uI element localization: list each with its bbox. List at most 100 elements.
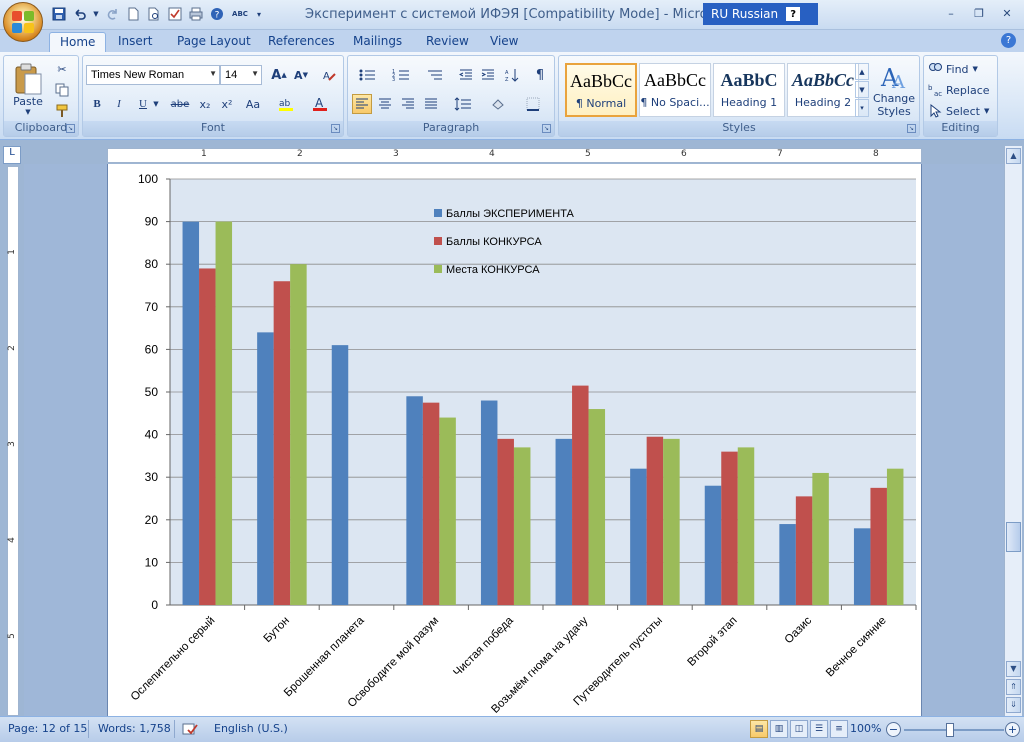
bold-button[interactable]: B (87, 94, 107, 114)
vertical-ruler[interactable]: 1 2 3 4 5 (7, 166, 19, 716)
select-button[interactable]: Select ▼ (928, 102, 989, 120)
underline-dropdown-icon[interactable]: ▼ (151, 94, 161, 114)
horizontal-ruler[interactable]: 1 2 3 4 5 6 7 8 (107, 148, 922, 163)
restore-button[interactable]: ❐ (966, 4, 992, 22)
font-size-select[interactable]: 14 ▼ (220, 65, 262, 85)
styles-scroll-down-icon[interactable]: ▼ (855, 81, 869, 98)
shading-icon[interactable] (484, 94, 514, 114)
tab-home[interactable]: Home (49, 32, 107, 52)
page-count[interactable]: Page: 12 of 15 (8, 722, 87, 735)
style-no-spacing[interactable]: AaBbCc ¶ No Spaci... (639, 63, 711, 117)
tab-references[interactable]: References (258, 32, 345, 52)
zoom-slider-thumb[interactable] (946, 723, 954, 737)
sort-icon[interactable]: AZ (502, 65, 522, 85)
close-button[interactable]: ✕ (994, 4, 1020, 22)
styles-launcher-icon[interactable]: ↘ (907, 124, 916, 133)
font-launcher-icon[interactable]: ↘ (331, 124, 340, 133)
style-heading-1[interactable]: AaBbC Heading 1 (713, 63, 785, 117)
styles-more-icon[interactable]: ▾ (855, 99, 869, 117)
highlight-color-icon[interactable]: ab (275, 94, 297, 114)
help-icon[interactable]: ? (208, 5, 226, 23)
zoom-level[interactable]: 100% (850, 722, 881, 735)
font-color-icon[interactable]: A (309, 94, 331, 114)
vertical-scrollbar[interactable]: ▲ ▼ ⇑ ⇓ (1004, 146, 1022, 716)
align-right-icon[interactable] (398, 94, 418, 114)
grow-font-icon[interactable]: A ▲ (269, 65, 289, 85)
tab-page-layout[interactable]: Page Layout (167, 32, 261, 52)
new-doc-icon[interactable] (124, 5, 142, 23)
align-left-icon[interactable] (352, 94, 372, 114)
previous-page-icon[interactable]: ⇑ (1006, 679, 1021, 695)
minimize-button[interactable]: – (938, 4, 964, 22)
tab-insert[interactable]: Insert (108, 32, 162, 52)
format-painter-icon[interactable] (52, 101, 72, 121)
word-count[interactable]: Words: 1,758 (98, 722, 171, 735)
increase-indent-icon[interactable] (478, 65, 498, 85)
style-no-spacing-sample: AaBbCc (644, 70, 706, 90)
zoom-slider-track[interactable] (904, 729, 1004, 731)
replace-button[interactable]: b ac Replace (928, 81, 990, 99)
show-formatting-icon[interactable]: ¶ (530, 65, 550, 85)
subscript-button[interactable]: x₂ (195, 94, 215, 114)
embedded-chart[interactable]: 0 10 20 30 40 50 60 70 80 90 100 Ослепительно серый… (114, 167, 918, 716)
undo-dropdown-icon[interactable]: ▼ (92, 5, 100, 23)
zoom-in-icon[interactable]: + (1005, 722, 1020, 737)
change-styles-button[interactable]: AA Change Styles (871, 59, 917, 121)
office-button[interactable] (3, 2, 43, 42)
change-case-button[interactable]: Aa (241, 94, 265, 114)
zoom-out-icon[interactable]: − (886, 722, 901, 737)
tab-mailings[interactable]: Mailings (343, 32, 412, 52)
align-center-icon[interactable] (375, 94, 395, 114)
spelling-check-icon[interactable] (166, 5, 184, 23)
font-family-value: Times New Roman (91, 69, 185, 81)
tab-selector-icon[interactable]: L (3, 146, 21, 164)
style-heading-2[interactable]: AaBbCc Heading 2 (787, 63, 859, 117)
line-spacing-icon[interactable] (448, 94, 478, 114)
cut-icon[interactable]: ✂ (52, 59, 72, 79)
superscript-button[interactable]: x² (217, 94, 237, 114)
styles-scroll-up-icon[interactable]: ▲ (855, 63, 869, 80)
borders-icon[interactable] (518, 94, 548, 114)
language-indicator[interactable]: RU Russian ? (703, 3, 818, 25)
print-preview-icon[interactable] (145, 5, 163, 23)
clipboard-launcher-icon[interactable]: ↘ (66, 124, 75, 133)
language-status[interactable]: English (U.S.) (214, 722, 288, 735)
bullets-icon[interactable] (352, 65, 382, 85)
justify-icon[interactable] (421, 94, 441, 114)
print-icon[interactable] (187, 5, 205, 23)
clear-formatting-icon[interactable]: A (319, 65, 339, 85)
decrease-indent-icon[interactable] (456, 65, 476, 85)
save-icon[interactable] (50, 5, 68, 23)
italic-button[interactable]: I (109, 94, 129, 114)
strikethrough-button[interactable]: abe (167, 94, 193, 114)
multilevel-list-icon[interactable] (420, 65, 450, 85)
shrink-font-icon[interactable]: A ▼ (291, 65, 311, 85)
tab-view[interactable]: View (480, 32, 528, 52)
scroll-down-icon[interactable]: ▼ (1006, 661, 1021, 677)
web-layout-icon[interactable]: ◫ (790, 720, 808, 738)
redo-icon[interactable] (103, 5, 121, 23)
ribbon-help-icon[interactable]: ? (1001, 33, 1016, 48)
next-page-icon[interactable]: ⇓ (1006, 697, 1021, 713)
proofing-icon[interactable] (182, 722, 198, 739)
underline-button[interactable]: U (133, 94, 153, 114)
paste-button[interactable]: Paste ▼ (8, 58, 48, 120)
full-screen-reading-icon[interactable]: ▥ (770, 720, 788, 738)
style-normal[interactable]: AaBbCc ¶ Normal (565, 63, 637, 117)
abc-spell-icon[interactable]: ABC (229, 5, 251, 23)
paragraph-launcher-icon[interactable]: ↘ (542, 124, 551, 133)
print-layout-icon[interactable]: ▤ (750, 720, 768, 738)
tab-review[interactable]: Review (416, 32, 479, 52)
font-family-select[interactable]: Times New Roman ▼ (86, 65, 220, 85)
draft-view-icon[interactable]: ≡ (830, 720, 848, 738)
numbering-icon[interactable]: 123 (386, 65, 416, 85)
customize-qat-icon[interactable]: ▾ (254, 5, 264, 23)
copy-icon[interactable] (52, 80, 72, 100)
scroll-thumb[interactable] (1006, 522, 1021, 552)
outline-view-icon[interactable]: ☰ (810, 720, 828, 738)
language-help-icon[interactable]: ? (786, 7, 801, 21)
find-button[interactable]: Find ▼ (928, 60, 978, 78)
scroll-up-icon[interactable]: ▲ (1006, 148, 1021, 164)
bar (290, 264, 307, 605)
undo-icon[interactable] (71, 5, 89, 23)
